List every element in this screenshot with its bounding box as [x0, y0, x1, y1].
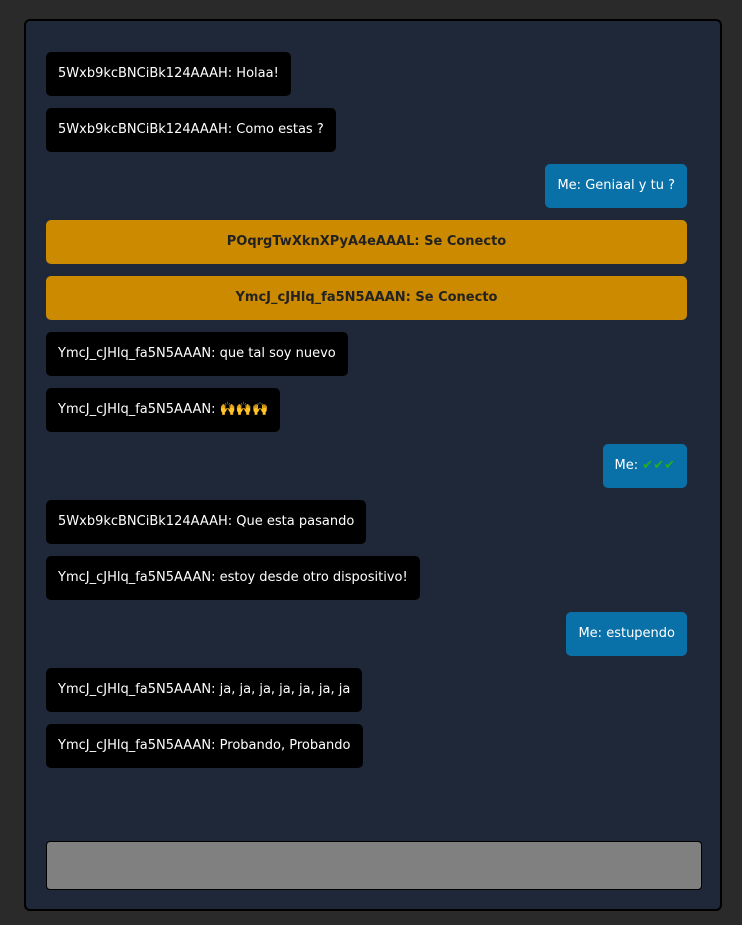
message-row: POqrgTwXknXPyA4eAAAL: Se Conecto: [46, 220, 687, 264]
message-row: 5Wxb9kcBNCiBk124AAAH: Holaa!: [46, 52, 687, 96]
message-row: 5Wxb9kcBNCiBk124AAAH: Como estas ?: [46, 108, 687, 152]
message-row: YmcJ_cJHlq_fa5N5AAAN: estoy desde otro d…: [46, 556, 687, 600]
message-row: Me: estupendo: [46, 612, 687, 656]
message-row: YmcJ_cJHlq_fa5N5AAAN: 🙌🙌🙌: [46, 388, 687, 432]
message-row: Me: ✔✔✔: [46, 444, 687, 488]
message-bubble-outgoing: Me: estupendo: [566, 612, 687, 656]
message-row: YmcJ_cJHlq_fa5N5AAAN: Probando, Probando: [46, 724, 687, 768]
message-bubble-outgoing: Me: Geniaal y tu ?: [545, 164, 687, 208]
message-row: 5Wxb9kcBNCiBk124AAAH: Que esta pasando: [46, 500, 687, 544]
message-bubble-incoming: YmcJ_cJHlq_fa5N5AAAN: Probando, Probando: [46, 724, 363, 768]
message-bubble-incoming: YmcJ_cJHlq_fa5N5AAAN: ja, ja, ja, ja, ja…: [46, 668, 363, 712]
system-notice: YmcJ_cJHlq_fa5N5AAAN: Se Conecto: [46, 276, 687, 320]
system-notice: POqrgTwXknXPyA4eAAAL: Se Conecto: [46, 220, 687, 264]
message-bubble-incoming: YmcJ_cJHlq_fa5N5AAAN: que tal soy nuevo: [46, 332, 348, 376]
message-bubble-incoming: YmcJ_cJHlq_fa5N5AAAN: 🙌🙌🙌: [46, 388, 281, 432]
message-bubble-incoming: 5Wxb9kcBNCiBk124AAAH: Que esta pasando: [46, 500, 367, 544]
message-bubble-incoming: 5Wxb9kcBNCiBk124AAAH: Como estas ?: [46, 108, 336, 152]
chat-window: 5Wxb9kcBNCiBk124AAAH: Holaa! 5Wxb9kcBNCi…: [24, 19, 722, 911]
message-input[interactable]: [46, 841, 702, 890]
message-list: 5Wxb9kcBNCiBk124AAAH: Holaa! 5Wxb9kcBNCi…: [46, 52, 687, 780]
message-bubble-outgoing: Me: ✔✔✔: [602, 444, 687, 488]
message-row: YmcJ_cJHlq_fa5N5AAAN: ja, ja, ja, ja, ja…: [46, 668, 687, 712]
message-row: YmcJ_cJHlq_fa5N5AAAN: que tal soy nuevo: [46, 332, 687, 376]
message-bubble-incoming: YmcJ_cJHlq_fa5N5AAAN: estoy desde otro d…: [46, 556, 420, 600]
message-bubble-incoming: 5Wxb9kcBNCiBk124AAAH: Holaa!: [46, 52, 291, 96]
message-row: Me: Geniaal y tu ?: [46, 164, 687, 208]
message-row: YmcJ_cJHlq_fa5N5AAAN: Se Conecto: [46, 276, 687, 320]
